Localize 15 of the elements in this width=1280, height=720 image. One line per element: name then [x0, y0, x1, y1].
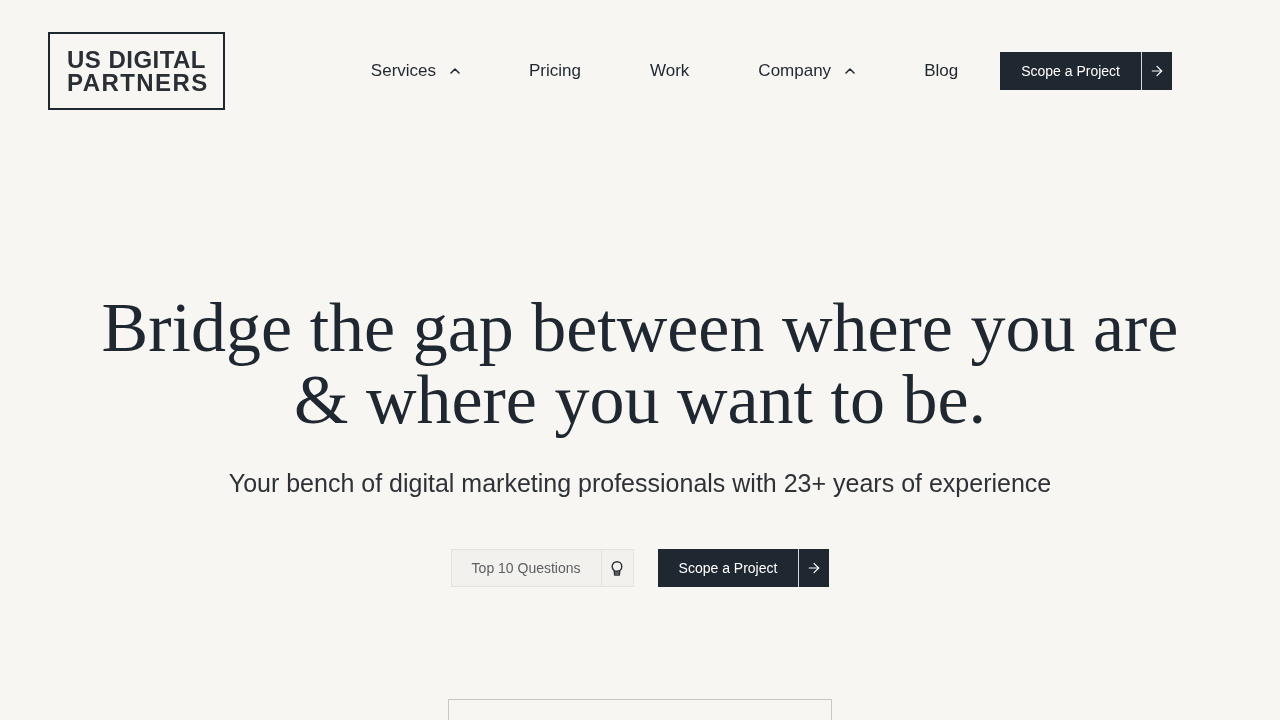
nav-link[interactable]: Blog — [924, 58, 959, 84]
chevron-up-icon — [845, 68, 856, 74]
logo[interactable]: US DIGITAL PARTNERS — [48, 32, 225, 110]
nav-link[interactable]: Work — [650, 58, 690, 84]
arrow-right-icon — [1149, 63, 1165, 79]
hero-subtitle: Your bench of digital marketing professionals with 23+ years of experience — [228, 468, 1052, 498]
scope-project-button[interactable]: Scope a Project — [657, 549, 830, 587]
nav-link[interactable]: Company — [758, 58, 856, 84]
questions-button[interactable]: Top 10 Questions — [450, 549, 634, 587]
scope-project-button[interactable]: Scope a Project — [1000, 52, 1172, 90]
lightbulb-icon — [611, 560, 624, 576]
hero-headline: Bridge the gap between where you are & where you want to be. — [101, 292, 1179, 436]
chevron-up-icon — [450, 68, 461, 74]
nav-link[interactable]: Services — [370, 58, 461, 84]
nav-link[interactable]: Pricing — [529, 58, 581, 84]
